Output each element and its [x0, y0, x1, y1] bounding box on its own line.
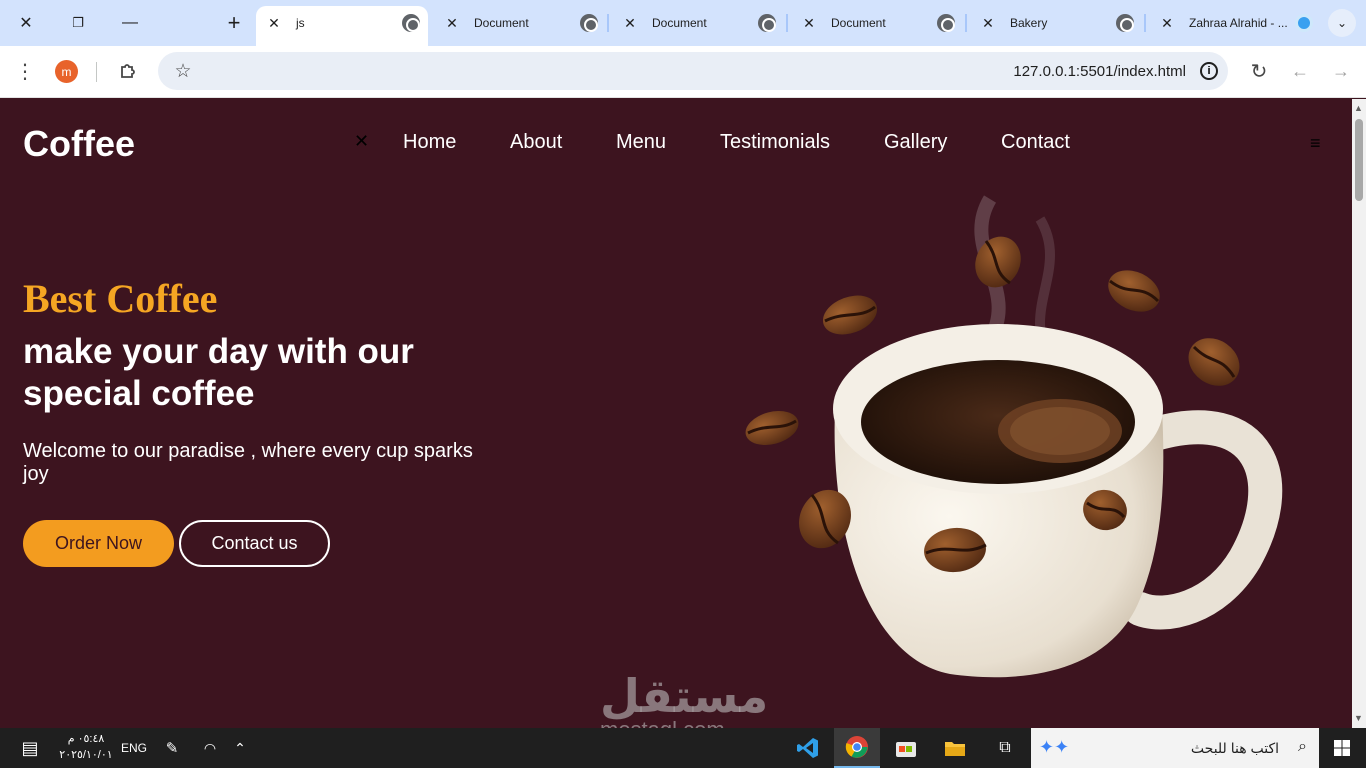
scroll-thumb[interactable]: [1355, 119, 1363, 201]
tab-title: js: [296, 16, 305, 30]
web-page: Coffee ✕ Home About Menu Testimonials Ga…: [0, 99, 1352, 728]
contact-us-button[interactable]: Contact us: [179, 520, 330, 567]
copilot-sparkle-icon: ✦✦: [1039, 737, 1070, 757]
hamburger-menu-icon[interactable]: ≡: [1310, 133, 1321, 154]
coffee-bean-icon: [1108, 270, 1160, 312]
close-window-icon[interactable]: ✕: [13, 10, 39, 36]
tab-separator: [786, 14, 788, 32]
hero-eyebrow: Best Coffee: [23, 276, 218, 321]
back-arrow-icon[interactable]: ←: [1289, 60, 1311, 82]
site-info-icon[interactable]: i: [1200, 62, 1218, 80]
toolbar-divider: [96, 62, 97, 82]
tab-separator: [607, 14, 609, 32]
nav-link-contact[interactable]: Contact: [1001, 131, 1070, 154]
scroll-up-arrow-icon[interactable]: ▲: [1354, 103, 1363, 113]
nav-link-about[interactable]: About: [510, 131, 562, 154]
tab-title: Document: [652, 16, 707, 30]
tab-search-chevron-down-icon[interactable]: ⌄: [1328, 9, 1356, 37]
coffee-bean-icon: [822, 295, 878, 335]
taskbar-clock[interactable]: ٠٥:٤٨ م ٢٠٢٥/١٠/٠١: [58, 731, 114, 763]
tab-close-icon[interactable]: ✕: [266, 15, 282, 32]
tab-document-1[interactable]: ✕ Document: [444, 8, 598, 38]
language-indicator[interactable]: ENG: [120, 728, 148, 768]
forward-arrow-icon[interactable]: →: [1330, 60, 1352, 82]
taskbar: ▤ ٠٥:٤٨ م ٢٠٢٥/١٠/٠١ ENG ✎ ◠ ⌃ ⧉ ✦✦ اكتب…: [0, 728, 1366, 768]
tab-close-icon[interactable]: ✕: [801, 15, 817, 32]
extensions-puzzle-icon[interactable]: [116, 59, 140, 83]
nav-link-testimonials[interactable]: Testimonials: [720, 131, 830, 154]
profile-avatar[interactable]: m: [55, 60, 78, 83]
file-explorer-icon[interactable]: [933, 728, 977, 768]
tab-document-2[interactable]: ✕ Document: [622, 8, 776, 38]
tab-title: Document: [474, 16, 529, 30]
tab-close-icon[interactable]: ✕: [980, 15, 996, 32]
nav-link-home[interactable]: Home: [403, 131, 456, 154]
nav-link-menu[interactable]: Menu: [616, 131, 666, 154]
wifi-icon[interactable]: ◠: [198, 728, 222, 768]
clock-time: ٠٥:٤٨ م: [67, 733, 105, 745]
tab-title: Document: [831, 16, 886, 30]
tab-document-3[interactable]: ✕ Document: [801, 8, 955, 38]
minimize-window-icon[interactable]: —: [117, 10, 143, 36]
hero-welcome-text: Welcome to our paradise , where every cu…: [23, 440, 473, 485]
reload-icon[interactable]: ↻: [1248, 60, 1270, 83]
browser-tab-strip: ✕ ❐ — + ✕ js ✕ Document ✕ Document ✕ Doc…: [0, 0, 1366, 46]
globe-icon: [580, 14, 598, 32]
vscode-taskbar-icon[interactable]: [786, 728, 830, 768]
menu-kebab-icon[interactable]: ⋮: [14, 60, 36, 83]
watermark-arabic: مستقل: [600, 669, 769, 723]
tab-close-icon[interactable]: ✕: [622, 15, 638, 32]
new-tab-icon[interactable]: +: [221, 10, 247, 36]
tab-separator: [1144, 14, 1146, 32]
browser-toolbar: ⋮ m ☆ 127.0.0.1:5501/index.html i ↻ ← →: [0, 46, 1366, 98]
nav-close-icon[interactable]: ✕: [354, 131, 369, 152]
coffee-cup-illustration: [745, 195, 1283, 678]
site-logo[interactable]: Coffee: [23, 123, 135, 165]
address-bar[interactable]: ☆ 127.0.0.1:5501/index.html i: [158, 52, 1228, 90]
order-now-button[interactable]: Order Now: [23, 520, 174, 567]
globe-icon: [402, 14, 420, 32]
hero-headline: make your day with our special coffee: [23, 332, 414, 413]
tab-js[interactable]: ✕ js: [266, 8, 420, 38]
page-scrollbar[interactable]: ▲ ▼: [1352, 99, 1366, 728]
globe-icon: [758, 14, 776, 32]
notifications-icon[interactable]: ▤: [14, 728, 46, 768]
tab-bakery[interactable]: ✕ Bakery: [980, 8, 1134, 38]
url-text[interactable]: 127.0.0.1:5501/index.html: [1013, 63, 1186, 80]
coffee-bean-icon: [1188, 338, 1240, 386]
watermark: مستقل mostaql.com: [600, 669, 768, 728]
windows-start-icon[interactable]: [1328, 728, 1356, 768]
tab-title: Bakery: [1010, 16, 1048, 30]
pen-icon[interactable]: ✎: [160, 728, 184, 768]
globe-icon: [937, 14, 955, 32]
clock-date: ٢٠٢٥/١٠/٠١: [59, 749, 113, 761]
tab-zahraa[interactable]: ✕ Zahraa Alrahid - ...: [1159, 8, 1313, 38]
tab-separator: [965, 14, 967, 32]
taskbar-search-box[interactable]: ✦✦ اكتب هنا للبحث ⌕: [1031, 728, 1319, 768]
store-taskbar-icon[interactable]: [884, 728, 928, 768]
restore-window-icon[interactable]: ❐: [65, 10, 91, 36]
tab-title: Zahraa Alrahid - ...: [1189, 16, 1288, 30]
nav-link-gallery[interactable]: Gallery: [884, 131, 947, 154]
bookmark-star-icon[interactable]: ☆: [172, 60, 194, 82]
tab-close-icon[interactable]: ✕: [444, 15, 460, 32]
task-view-icon[interactable]: ⧉: [990, 728, 1020, 768]
coffee-bean-icon: [745, 411, 799, 445]
globe-icon: [1116, 14, 1134, 32]
site-favicon-icon: [1295, 14, 1313, 32]
search-icon: ⌕: [1298, 738, 1307, 755]
chrome-taskbar-icon[interactable]: [834, 728, 880, 768]
scroll-down-arrow-icon[interactable]: ▼: [1354, 713, 1363, 723]
chevron-up-icon[interactable]: ⌃: [230, 728, 250, 768]
search-placeholder: اكتب هنا للبحث: [1190, 740, 1279, 756]
tab-close-icon[interactable]: ✕: [1159, 15, 1175, 32]
